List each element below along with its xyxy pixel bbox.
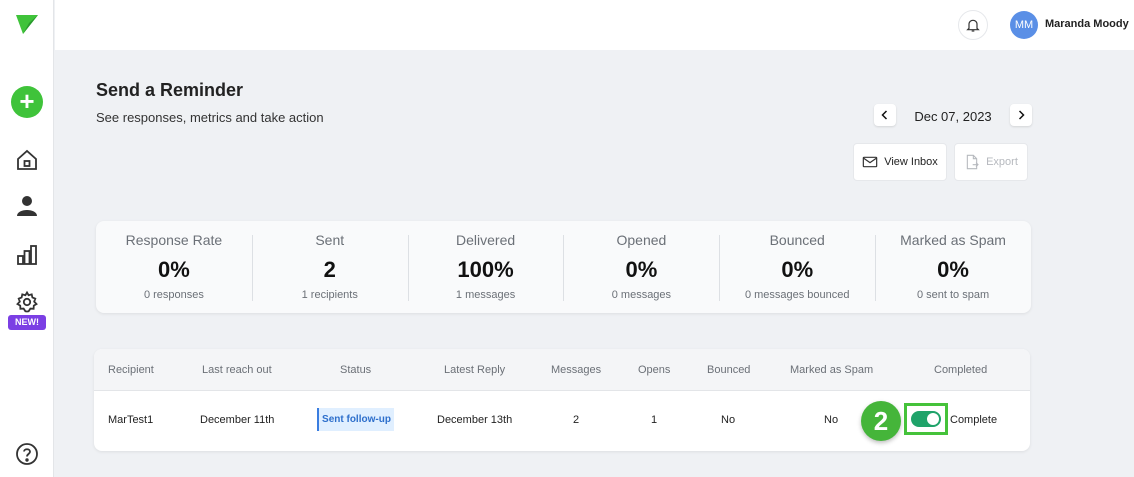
metric-value: 0%: [158, 257, 190, 282]
metric-value: 0%: [937, 257, 969, 282]
metric-marked-as-spam: Marked as Spam 0% 0 sent to spam: [875, 221, 1031, 313]
metric-value: 2: [323, 257, 336, 282]
bar-chart-icon[interactable]: [15, 243, 39, 267]
sidebar: + NEW!: [0, 0, 54, 477]
cell-last-reach-out: December 11th: [200, 414, 275, 426]
cell-latest-reply: December 13th: [437, 414, 513, 426]
recipients-table: Recipient Last reach out Status Latest R…: [94, 349, 1030, 451]
metric-sub: 1 recipients: [301, 289, 358, 301]
column-header-recipient[interactable]: Recipient: [108, 364, 154, 376]
column-header-status[interactable]: Status: [340, 364, 371, 376]
completed-toggle[interactable]: [911, 411, 941, 427]
page-title: Send a Reminder: [96, 80, 244, 100]
column-header-completed[interactable]: Completed: [934, 364, 987, 376]
mail-icon: [862, 156, 878, 168]
cell-marked-as-spam: No: [824, 414, 839, 426]
gear-icon[interactable]: [15, 290, 39, 314]
next-date-button[interactable]: [1010, 104, 1032, 126]
metric-sent: Sent 2 1 recipients: [251, 221, 408, 313]
column-header-opens[interactable]: Opens: [638, 364, 670, 376]
question-icon[interactable]: [15, 442, 39, 466]
prev-date-button[interactable]: [874, 104, 896, 126]
triangle-logo-icon[interactable]: [15, 13, 39, 35]
metric-value: 100%: [457, 257, 514, 282]
notifications-button[interactable]: [958, 10, 988, 40]
cell-opens: 1: [651, 414, 658, 426]
column-header-last-reach-out[interactable]: Last reach out: [202, 364, 272, 376]
metric-response-rate: Response Rate 0% 0 responses: [96, 221, 252, 313]
toggle-knob: [927, 413, 939, 425]
export-file-icon: [966, 154, 979, 170]
bell-icon: [966, 19, 980, 32]
home-icon[interactable]: [15, 148, 39, 172]
column-header-latest-reply[interactable]: Latest Reply: [444, 364, 505, 376]
metric-label: Response Rate: [125, 232, 223, 248]
cell-recipient: MarTest1: [108, 414, 154, 426]
metric-sub: 0 messages: [611, 289, 672, 301]
view-inbox-label: View Inbox: [884, 156, 938, 168]
status-badge: Sent follow-up: [317, 408, 394, 431]
metric-label: Opened: [616, 232, 667, 248]
metric-opened: Opened 0% 0 messages: [563, 221, 719, 313]
metric-sub: 1 messages: [455, 289, 516, 301]
user-icon[interactable]: [15, 193, 39, 217]
metric-delivered: Delivered 100% 1 messages: [407, 221, 564, 313]
metric-label: Bounced: [769, 232, 825, 248]
page-subtitle: See responses, metrics and take action: [96, 110, 324, 125]
view-inbox-button[interactable]: View Inbox: [853, 143, 947, 181]
metric-sub: 0 messages bounced: [744, 289, 850, 301]
cell-bounced: No: [721, 414, 736, 426]
export-label: Export: [986, 156, 1018, 168]
completed-label: Complete: [950, 414, 998, 426]
chevron-left-icon: [881, 110, 888, 120]
cell-messages: 2: [573, 414, 580, 426]
user-name[interactable]: Maranda Moody: [1045, 18, 1129, 30]
metric-bounced: Bounced 0% 0 messages bounced: [719, 221, 875, 313]
metric-label: Delivered: [456, 232, 516, 248]
date-label: Dec 07, 2023: [914, 109, 992, 124]
metrics-panel: Response Rate 0% 0 responses Sent 2 1 re…: [96, 221, 1031, 313]
metric-value: 0%: [781, 257, 814, 282]
top-bar: MM Maranda Moody: [55, 0, 1134, 50]
metric-label: Sent: [315, 232, 345, 248]
metric-label: Marked as Spam: [900, 232, 1006, 248]
column-header-messages[interactable]: Messages: [551, 364, 601, 376]
chevron-right-icon: [1018, 110, 1025, 120]
metric-sub: 0 sent to spam: [916, 289, 990, 301]
metric-sub: 0 responses: [143, 289, 204, 301]
column-header-bounced[interactable]: Bounced: [707, 364, 750, 376]
export-button[interactable]: Export: [954, 143, 1028, 181]
new-badge: NEW!: [8, 315, 46, 330]
column-header-marked-as-spam[interactable]: Marked as Spam: [790, 364, 873, 376]
metric-value: 0%: [625, 257, 658, 282]
avatar[interactable]: MM: [1010, 11, 1038, 39]
highlight-frame: [904, 403, 948, 435]
step-marker: 2: [861, 401, 901, 441]
add-button[interactable]: +: [11, 86, 43, 118]
